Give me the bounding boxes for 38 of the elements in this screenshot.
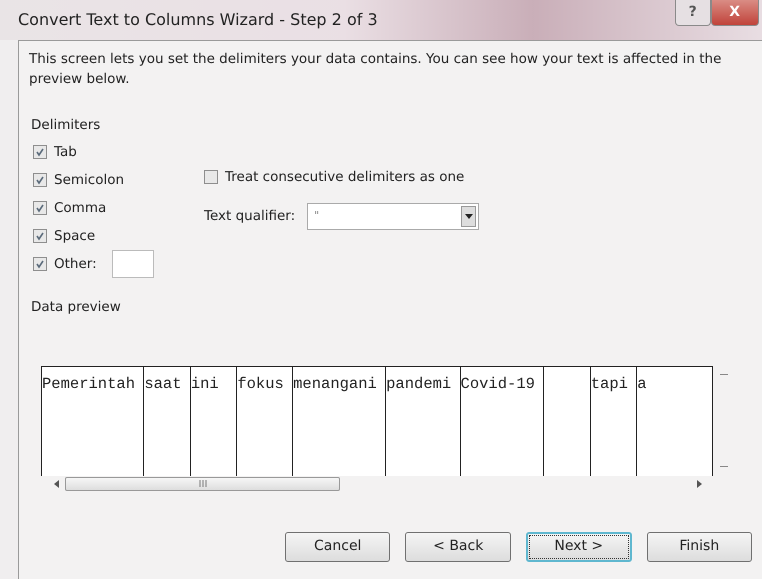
checkbox[interactable] [33,145,47,160]
preview-cell: fokus [237,366,294,476]
dropdown-arrow-icon [464,214,473,219]
checkbox-label: Semicolon [54,171,124,190]
checkbox[interactable] [33,173,47,188]
preview-cell: saat [144,366,191,476]
checkbox[interactable] [33,257,47,272]
scroll-right-icon [695,480,703,488]
close-button[interactable]: X [710,0,759,26]
checkbox[interactable] [33,201,47,216]
preview-cell-text: a [637,374,648,394]
preview-cell: menangani [293,366,386,476]
next-button[interactable]: Next > [526,532,632,562]
checkbox-label: Comma [54,199,106,218]
other-delimiter-field[interactable] [112,250,154,278]
wizard-button[interactable]: < Back [405,532,511,562]
window-title: Convert Text to Columns Wizard - Step 2 of 3 [18,9,378,31]
preview-cell: pandemi [386,366,461,476]
description-text: This screen lets you set the delimiters your data contains. You can see how your text is affected in the preview below. [29,50,722,89]
group-label: Delimiters [31,116,100,135]
section-label: Data preview [31,298,121,318]
checkbox-label: Treat consecutive delimiters as one [225,168,464,187]
help-button[interactable]: ? [674,0,711,26]
preview-cell: tapi [590,366,638,476]
preview-cell: Covid-19 [460,366,544,476]
preview-cell: ini [190,366,238,476]
text-qualifier-dropdown[interactable]: " [307,203,480,230]
checkbox[interactable] [33,229,47,244]
checkbox-label: Space [54,227,96,246]
wizard-button[interactable]: Finish [646,532,752,562]
field-label: Text qualifier: [204,207,296,226]
checkbox-label: Tab [54,143,77,162]
preview-cell: Pemerintah [42,366,144,476]
scroll-left-icon [53,480,61,488]
scroll-thumb[interactable] [65,476,340,490]
wizard-button[interactable]: Cancel [285,532,390,562]
checkbox-label: Other: [54,255,97,274]
checkbox[interactable] [204,170,218,184]
